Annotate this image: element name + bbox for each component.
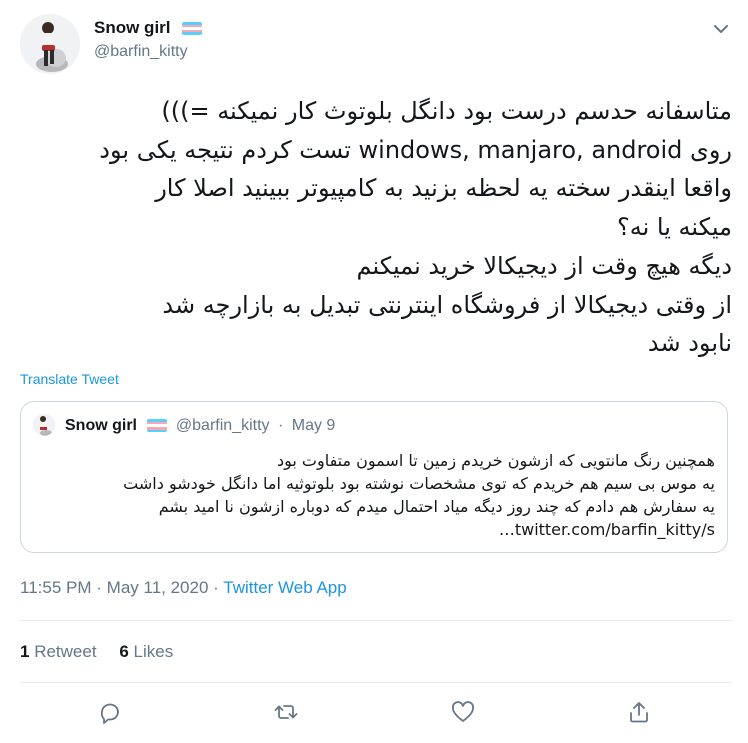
quoted-line: یه سفارش هم دادم که چند روز دیگه میاد اح… — [158, 497, 715, 516]
author-avatar[interactable] — [20, 14, 80, 74]
tweet-header: Snow girl @barfin_kitty — [20, 14, 732, 76]
tweet-actions — [0, 696, 748, 732]
likes-label: Likes — [133, 642, 174, 661]
trans-flag-emoji — [147, 419, 168, 433]
tweet-timestamp: 11:55 PM · May 11, 2020 · Twitter Web Ap… — [20, 578, 347, 598]
quoted-tweet[interactable]: Snow girl @barfin_kitty · May 9 همچنین ر… — [20, 401, 728, 553]
reply-icon[interactable] — [94, 696, 126, 728]
retweets-label: Retweet — [34, 642, 97, 661]
tweet-line: میکنه یا نه؟ — [617, 213, 732, 242]
tweet-line: واقعا اینقدر سخته یه لحظه بزنید به کامپی… — [155, 174, 732, 203]
source-app-link[interactable]: Twitter Web App — [223, 578, 346, 597]
retweets-count: 1 — [20, 642, 30, 661]
tweet-date[interactable]: May 11, 2020 — [107, 578, 209, 597]
quoted-date: May 9 — [291, 417, 336, 434]
tweet-text: متاسفانه حدسم درست بود دانگل بلوتوث کار … — [20, 92, 732, 363]
chevron-down-icon[interactable] — [710, 18, 732, 40]
likes-stat[interactable]: 6 Likes — [119, 642, 173, 661]
likes-count: 6 — [119, 642, 129, 661]
translate-tweet-link[interactable]: Translate Tweet — [20, 371, 119, 387]
retweets-stat[interactable]: 1 Retweet — [20, 642, 97, 661]
retweet-icon[interactable] — [270, 696, 302, 728]
meta-separator: · — [96, 578, 102, 597]
tweet-line: روی windows, manjaro, android تست کردم ن… — [99, 135, 732, 164]
tweet-line: از وقتی دیجیکالا از فروشگاه اینترنتی تبد… — [162, 290, 732, 319]
quoted-line: همچنین رنگ مانتویی که ازشون خریدم زمین ت… — [276, 451, 715, 470]
quoted-separator: · — [277, 417, 284, 434]
avatar-image — [20, 14, 80, 74]
share-icon[interactable] — [623, 696, 655, 728]
quoted-line: یه موس بی سیم هم خریدم که توی مشخصات نوش… — [123, 474, 715, 493]
quoted-text: همچنین رنگ مانتویی که ازشون خریدم زمین ت… — [35, 449, 715, 541]
tweet-time[interactable]: 11:55 PM — [20, 578, 92, 597]
tweet-stats: 1 Retweet 6 Likes — [20, 642, 191, 662]
trans-flag-emoji — [181, 22, 202, 35]
divider — [20, 682, 732, 683]
divider — [20, 620, 732, 621]
quoted-link[interactable]: …twitter.com/barfin_kitty/s — [35, 518, 715, 541]
author-display-name[interactable]: Snow girl — [94, 18, 171, 37]
tweet-line: متاسفانه حدسم درست بود دانگل بلوتوث کار … — [161, 97, 732, 125]
quoted-handle: @barfin_kitty — [175, 417, 270, 434]
meta-separator: · — [213, 578, 219, 597]
tweet-line: نابود شد — [647, 329, 732, 358]
tweet-line: دیگه هیچ وقت از دیجیکالا خرید نمیکنم — [356, 251, 732, 280]
heart-icon[interactable] — [447, 696, 479, 728]
quoted-display-name: Snow girl — [65, 417, 137, 434]
author-handle[interactable]: @barfin_kitty — [94, 43, 202, 61]
quoted-author-avatar — [33, 414, 55, 436]
